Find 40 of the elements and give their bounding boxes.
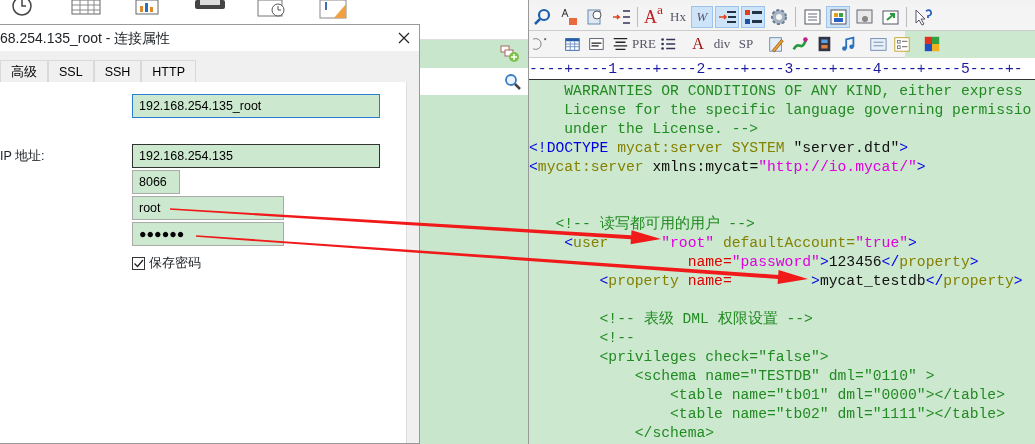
search-icon[interactable] <box>504 72 522 91</box>
code-line: <table name="tb02" dml="1111"></table> <box>669 405 1006 424</box>
checkbox[interactable] <box>132 256 145 270</box>
code-line: name="password">123456</property> <box>686 253 980 272</box>
tab[interactable]: HTTP <box>141 60 196 82</box>
code-line: <table name="tb01" dml="0000"></table> <box>669 386 1006 405</box>
input-field[interactable]: 192.168.254.135 <box>132 144 380 168</box>
code-line: License for the specific language governing permissio <box>563 101 1033 120</box>
window-title: 68.254.135_root - 连接属性 <box>0 28 171 48</box>
ruler: ----+----1----+----2----+----3----+----4----+----5----+- <box>529 58 1035 80</box>
input-field[interactable]: 192.168.254.135_root <box>132 94 380 118</box>
code-line: <!-- <box>598 329 636 348</box>
code-line: <schema name="TESTDB" dml="0110" > <box>633 367 936 386</box>
code-line: <mycat:server xmlns:mycat="http://io.mycat/"> <box>529 158 927 177</box>
format-button[interactable]: Hx <box>667 6 689 28</box>
input-field[interactable]: 8066 <box>132 170 180 194</box>
code-line: <!-- 读写都可用的用户 --> <box>554 215 756 234</box>
input-field[interactable]: root <box>132 196 284 220</box>
code-line: under the License. --> <box>563 120 760 139</box>
format-button[interactable]: SP <box>735 33 757 55</box>
code-line: WARRANTIES OR CONDITIONS OF ANY KIND, either express <box>563 82 1024 101</box>
code-line: <privileges check="false"> <box>598 348 830 367</box>
format-button[interactable]: A$^{a}$ <box>642 6 665 28</box>
code-line: </schema> <box>633 424 716 443</box>
checkbox-label: 保存密码 <box>149 255 201 272</box>
format-button[interactable]: PRE <box>633 33 655 55</box>
format-button[interactable]: div <box>711 33 733 55</box>
format-button[interactable]: A <box>687 33 709 55</box>
code-line: <!DOCTYPE mycat:server SYSTEM "server.dtd"> <box>529 139 910 158</box>
field-label: IP 地址: <box>0 147 46 165</box>
calendar-clock-icon[interactable] <box>256 0 288 20</box>
tab[interactable]: SSH <box>93 60 142 82</box>
tab[interactable]: 高级 <box>0 60 48 82</box>
add-connection-icon[interactable] <box>500 45 520 63</box>
code-line: <property name= >mycat_testdb</property> <box>598 272 1024 291</box>
format-button[interactable]: W <box>691 6 713 28</box>
tab[interactable]: SSL <box>48 60 94 82</box>
code-line: <!-- 表级 DML 权限设置 --> <box>598 310 814 329</box>
password-field[interactable]: ●●●●●● <box>132 222 284 246</box>
code-line: <user "root" defaultAccount="true"> <box>563 234 918 253</box>
